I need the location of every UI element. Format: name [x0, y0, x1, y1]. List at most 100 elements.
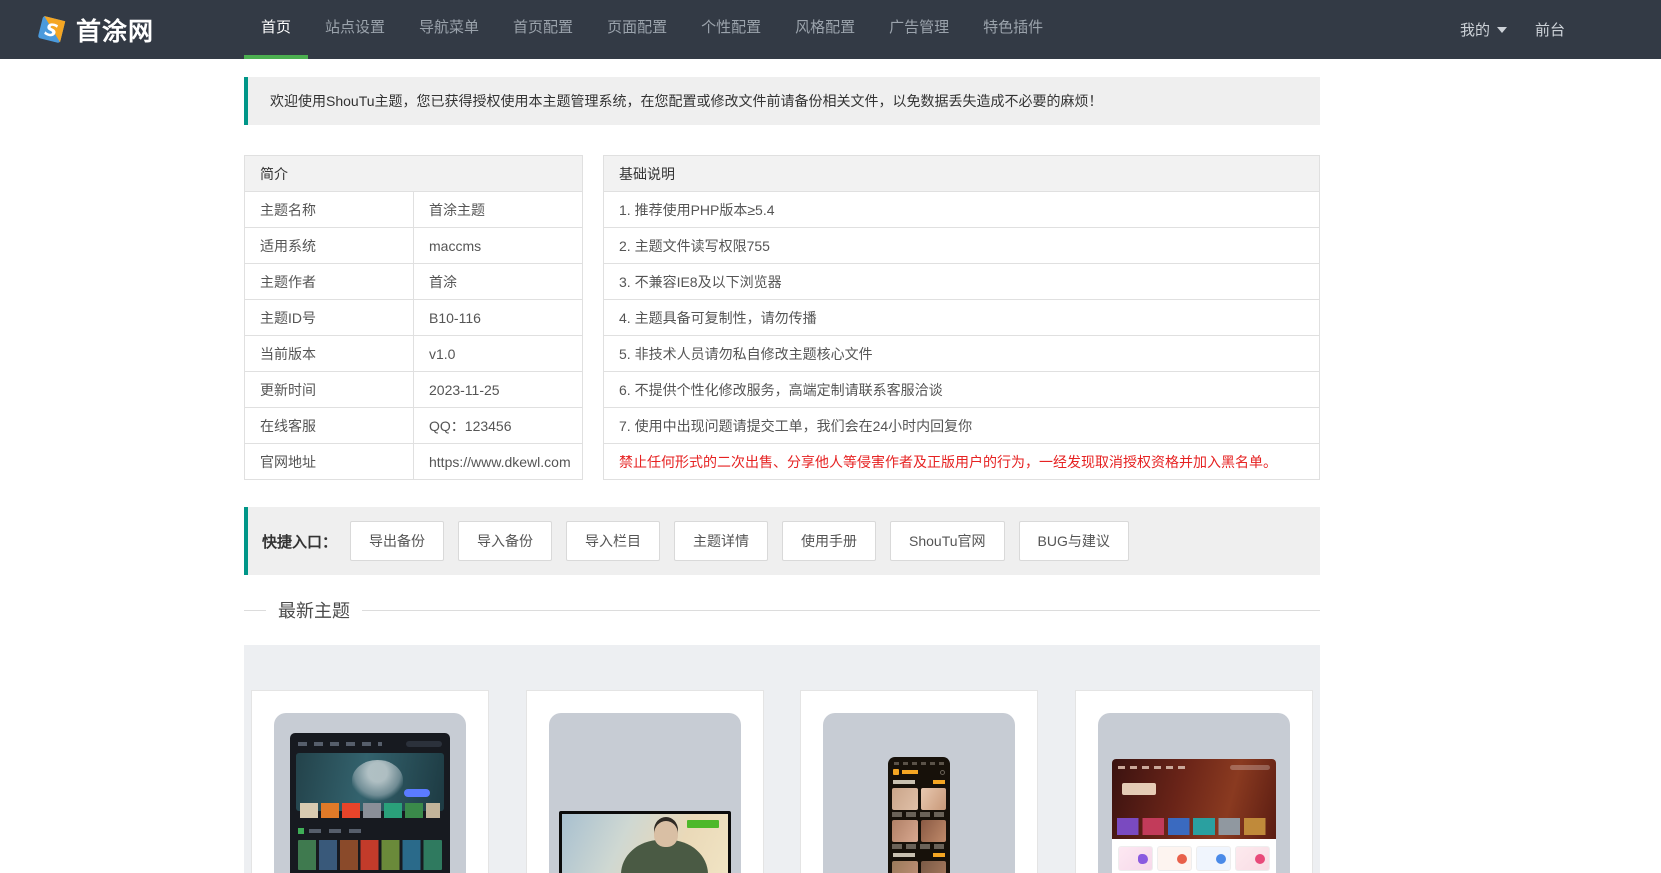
user-manual-button[interactable]: 使用手册 — [782, 521, 877, 561]
license-warning-text: 禁止任何形式的二次出售、分享他人等侵害作者及正版用户的行为，一经发现取消授权资格… — [603, 443, 1320, 480]
preview-tile — [892, 820, 918, 842]
preview-app-logo — [893, 769, 900, 775]
preview-chip — [1117, 846, 1153, 871]
info-tables: 简介 主题名称 首涂主题 适用系统 maccms 主题作者 首涂 主题ID号 B… — [244, 155, 1320, 480]
table-row: 适用系统 maccms — [244, 227, 583, 264]
theme-thumb-2 — [548, 713, 741, 873]
site-logo[interactable]: S 首涂网 — [0, 0, 244, 59]
preview-poster-strip — [300, 803, 440, 818]
preview-tile — [920, 788, 947, 810]
intro-value: v1.0 — [413, 335, 583, 372]
intro-label: 当前版本 — [244, 335, 414, 372]
theme-details-button[interactable]: 主题详情 — [674, 521, 769, 561]
note-item: 2. 主题文件读写权限755 — [603, 227, 1320, 264]
official-site-url[interactable]: https://www.dkewl.com — [413, 443, 583, 480]
note-item: 5. 非技术人员请勿私自修改主题核心文件 — [603, 335, 1320, 372]
preview-tile — [920, 820, 947, 842]
nav-item-ad-management[interactable]: 广告管理 — [872, 0, 966, 59]
intro-value: 首涂主题 — [413, 191, 583, 228]
nav-item-plugins[interactable]: 特色插件 — [966, 0, 1060, 59]
table-row: 主题ID号 B10-116 — [244, 299, 583, 336]
preview-caption-row — [892, 844, 947, 849]
preview-tile — [892, 861, 918, 873]
nav-item-style-config[interactable]: 风格配置 — [778, 0, 872, 59]
caret-down-icon — [1496, 26, 1507, 33]
official-site-button[interactable]: ShouTu官网 — [890, 521, 1005, 561]
table-row: 官网地址 https://www.dkewl.com — [244, 443, 583, 480]
top-navbar: S 首涂网 首页 站点设置 导航菜单 首页配置 页面配置 个性配置 风格配置 广… — [0, 0, 1661, 59]
import-backup-button[interactable]: 导入备份 — [458, 521, 553, 561]
table-row: 6. 不提供个性化修改服务，高端定制请联系客服洽谈 — [603, 371, 1320, 408]
preview-hero-banner — [1111, 759, 1276, 839]
theme-thumb-3 — [823, 713, 1016, 873]
note-item: 4. 主题具备可复制性，请勿传播 — [603, 299, 1320, 336]
welcome-text: 欢迎使用ShouTu主题，您已获得授权使用本主题管理系统，在您配置或修改文件前请… — [270, 93, 1103, 109]
notes-table: 基础说明 1. 推荐使用PHP版本≥5.4 2. 主题文件读写权限755 3. … — [603, 155, 1320, 480]
theme-card-1[interactable] — [251, 690, 489, 873]
nav-item-custom-config[interactable]: 个性配置 — [684, 0, 778, 59]
table-row: 主题名称 首涂主题 — [244, 191, 583, 228]
intro-value: 首涂 — [413, 263, 583, 300]
table-row: 2. 主题文件读写权限755 — [603, 227, 1320, 264]
intro-label: 主题作者 — [244, 263, 414, 300]
nav-item-home-config[interactable]: 首页配置 — [496, 0, 590, 59]
preview-content-area — [1112, 839, 1276, 873]
nav-item-page-config[interactable]: 页面配置 — [590, 0, 684, 59]
nav-item-nav-menu[interactable]: 导航菜单 — [402, 0, 496, 59]
nav-item-home[interactable]: 首页 — [244, 0, 309, 59]
preview-character-head — [653, 820, 678, 847]
preview-section-row — [893, 780, 946, 784]
heading-text: 最新主题 — [278, 601, 350, 621]
export-backup-button[interactable]: 导出备份 — [350, 521, 445, 561]
intro-label: 主题名称 — [244, 191, 414, 228]
preview-tile-row — [892, 861, 947, 873]
intro-label: 在线客服 — [244, 407, 414, 444]
preview-chip — [1156, 846, 1192, 871]
preview-title-dashes — [309, 829, 367, 833]
preview-chip — [1195, 846, 1231, 871]
navbar-right: 我的 前台 — [1460, 0, 1661, 59]
import-columns-button[interactable]: 导入栏目 — [566, 521, 661, 561]
heading-line-left — [244, 609, 266, 611]
intro-label: 官网地址 — [244, 443, 414, 480]
theme-card-3[interactable] — [800, 690, 1039, 873]
preview-more-chip — [933, 780, 946, 784]
latest-themes-heading: 最新主题 — [244, 597, 1320, 623]
quick-links-label: 快捷入口： — [262, 533, 338, 551]
theme-card-2[interactable] — [525, 690, 764, 873]
theme-thumb-4 — [1097, 713, 1290, 873]
table-row: 7. 使用中出现问题请提交工单，我们会在24小时内回复你 — [603, 407, 1320, 444]
preview-section-row — [893, 853, 946, 857]
preview-status-bar — [894, 762, 945, 765]
theme-gallery — [244, 645, 1320, 873]
main-menu: 首页 站点设置 导航菜单 首页配置 页面配置 个性配置 风格配置 广告管理 特色… — [244, 0, 1060, 59]
light-desktop-site-theme-preview — [1111, 759, 1276, 873]
preview-more-chip — [933, 853, 946, 857]
logo-text: 首涂网 — [76, 16, 155, 46]
intro-value: QQ：123456 — [413, 407, 583, 444]
preview-caption-row — [892, 812, 947, 817]
bug-suggestion-button[interactable]: BUG与建议 — [1018, 521, 1129, 561]
preview-search-pill — [406, 741, 442, 747]
nav-item-site-settings[interactable]: 站点设置 — [308, 0, 402, 59]
nav-my-dropdown[interactable]: 我的 — [1460, 19, 1507, 40]
preview-topnav — [1117, 765, 1270, 770]
preview-app-header — [893, 769, 946, 775]
preview-green-dot — [298, 828, 304, 834]
preview-tile-row — [892, 820, 947, 842]
preview-search-icon — [940, 769, 946, 775]
preview-search-pill — [1229, 765, 1270, 770]
nav-frontend-link[interactable]: 前台 — [1535, 19, 1565, 40]
logo-icon: S — [38, 15, 66, 43]
preview-tile — [892, 788, 918, 810]
table-row: 1. 推荐使用PHP版本≥5.4 — [603, 191, 1320, 228]
theme-card-4[interactable] — [1074, 690, 1313, 873]
intro-label: 适用系统 — [244, 227, 414, 264]
table-row: 禁止任何形式的二次出售、分享他人等侵害作者及正版用户的行为，一经发现取消授权资格… — [603, 443, 1320, 480]
theme-thumb-1 — [274, 713, 466, 873]
preview-poster-strip — [1116, 818, 1271, 835]
table-row: 当前版本 v1.0 — [244, 335, 583, 372]
preview-chip — [1234, 846, 1270, 871]
preview-feature-chips — [1117, 846, 1270, 871]
preview-play-button — [404, 789, 430, 797]
